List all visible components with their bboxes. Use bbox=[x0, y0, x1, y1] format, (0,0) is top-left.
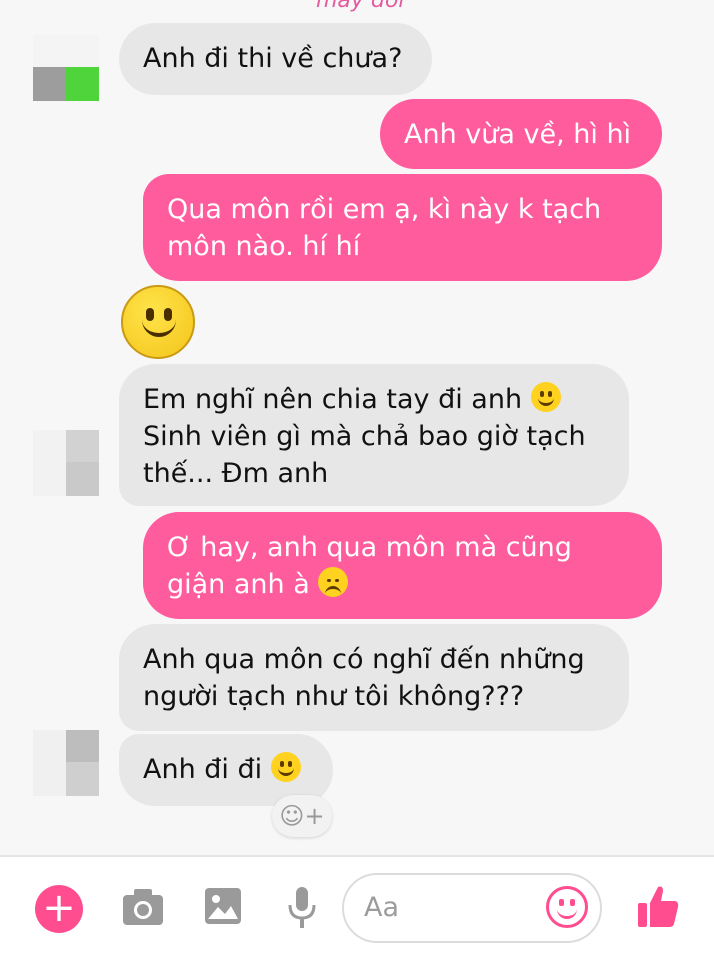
avatar[interactable] bbox=[33, 35, 99, 101]
message-line: môn nào. hí hí bbox=[167, 231, 361, 262]
image-icon[interactable] bbox=[204, 887, 242, 925]
microphone-icon[interactable] bbox=[287, 887, 317, 929]
message-input-placeholder: Aa bbox=[364, 892, 400, 923]
message-bubble-outgoing[interactable]: Qua môn rồi em ạ, kì này k tạch môn nào.… bbox=[143, 174, 662, 281]
message-bubble-incoming[interactable]: Anh đi thi về chưa? bbox=[119, 23, 432, 95]
message-bubble-outgoing[interactable]: Ơ hay, anh qua môn mà cũng giận anh à bbox=[143, 512, 662, 619]
add-reaction-icon: ☺+ bbox=[279, 802, 325, 830]
clipped-header-label: may đơi bbox=[316, 0, 405, 13]
message-text: Anh đi thi về chưa? bbox=[143, 43, 403, 74]
message-line: giận anh à bbox=[167, 569, 310, 600]
message-line: Qua môn rồi em ạ, kì này k tạch bbox=[167, 194, 602, 225]
message-text: Anh vừa về, hì hì bbox=[404, 119, 632, 150]
add-reaction-button[interactable]: ☺+ bbox=[272, 795, 332, 837]
message-line: Ơ hay, anh qua môn mà cũng bbox=[167, 532, 572, 563]
smile-emoji[interactable] bbox=[121, 285, 195, 359]
avatar[interactable] bbox=[33, 730, 99, 796]
slight-smile-emoji-icon bbox=[270, 752, 301, 782]
message-line: người tạch như tôi không??? bbox=[143, 681, 525, 712]
thumbs-up-icon[interactable] bbox=[636, 883, 680, 929]
message-line: Em nghĩ nên chia tay đi anh bbox=[143, 384, 523, 415]
message-line: Anh qua môn có nghĩ đến những bbox=[143, 644, 585, 675]
avatar[interactable] bbox=[33, 430, 99, 496]
plus-icon[interactable]: + bbox=[35, 885, 83, 933]
message-bubble-incoming[interactable]: Em nghĩ nên chia tay đi anh Sinh viên gì… bbox=[119, 364, 629, 506]
message-line: Sinh viên gì mà chả bao giờ tạch bbox=[143, 421, 586, 452]
camera-icon[interactable] bbox=[121, 887, 165, 927]
emoji-icon[interactable] bbox=[546, 886, 588, 928]
message-bubble-outgoing[interactable]: Anh vừa về, hì hì bbox=[380, 99, 662, 169]
message-line: thế... Đm anh bbox=[143, 458, 329, 489]
message-bubble-incoming[interactable]: Anh qua môn có nghĩ đến những người tạch… bbox=[119, 624, 629, 731]
message-text: Anh đi đi bbox=[143, 754, 263, 785]
sad-emoji-icon bbox=[318, 567, 349, 597]
slight-smile-emoji-icon bbox=[530, 382, 561, 412]
